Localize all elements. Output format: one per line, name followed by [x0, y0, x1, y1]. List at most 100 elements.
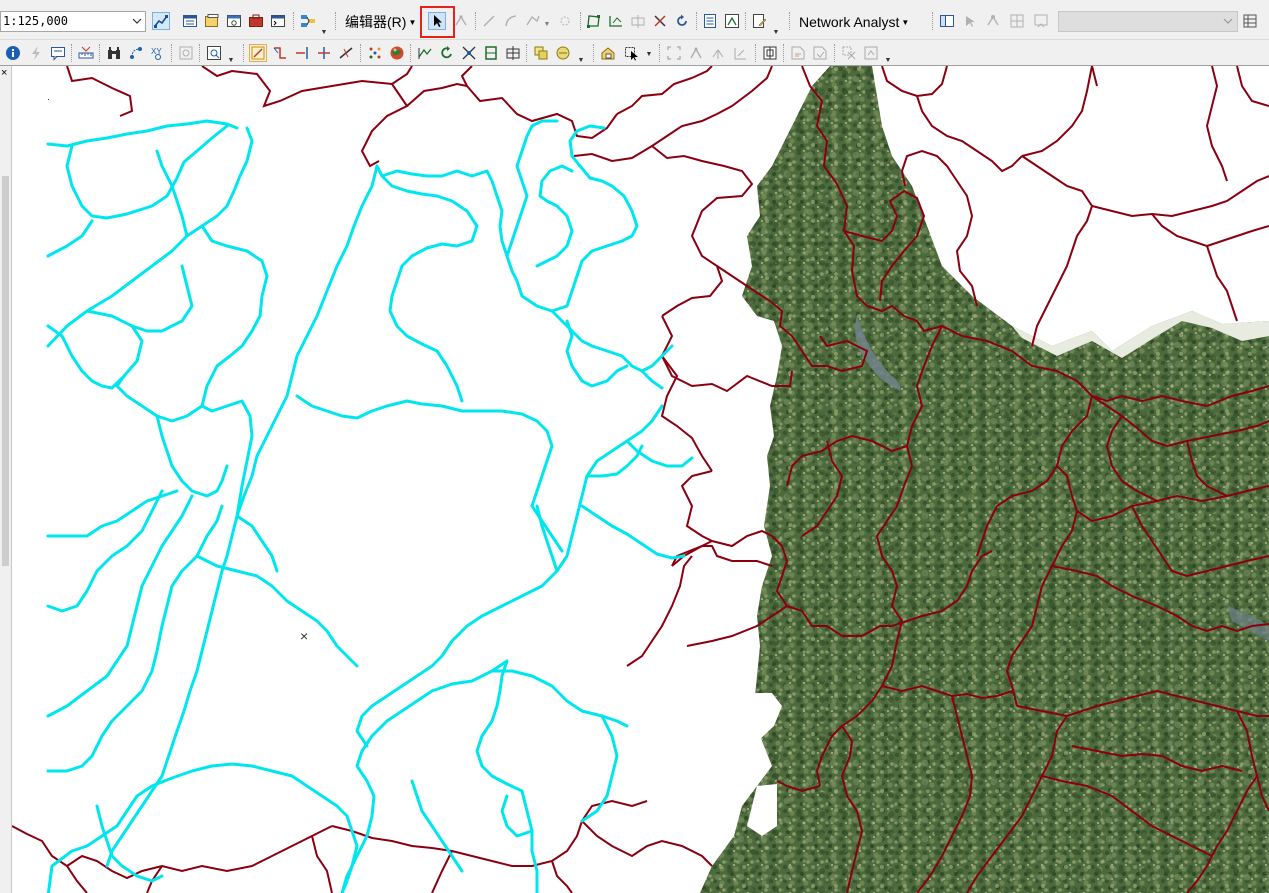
straight-segment-button[interactable]: [480, 12, 498, 30]
toolbar-overflow-dropdown[interactable]: ▼: [320, 22, 328, 36]
python-window-button[interactable]: [269, 12, 287, 30]
edit-tool-pointer-button[interactable]: [428, 12, 446, 30]
select-elements-icon: [625, 47, 638, 61]
topology-edit-button[interactable]: [460, 44, 478, 62]
toolbar-overflow-dropdown[interactable]: ▼: [227, 50, 235, 64]
split-icon: [654, 15, 666, 27]
split-polygons-button[interactable]: [504, 44, 522, 62]
midpoint-tool-button[interactable]: [556, 12, 574, 30]
back-extent-button[interactable]: [731, 44, 749, 62]
editor-menu-button[interactable]: 编辑器(R) ▼: [345, 13, 416, 32]
arc-segment-button[interactable]: [502, 12, 520, 30]
network-analyst-menu-button[interactable]: Network Analyst ▼: [799, 13, 909, 32]
editor-toolbar-toggle-button[interactable]: [152, 12, 170, 30]
map-topology-button[interactable]: [482, 44, 500, 62]
generalize-button[interactable]: [337, 44, 355, 62]
hyperlink-button[interactable]: [27, 44, 45, 62]
select-by-graphics-icon: [864, 46, 878, 60]
add-data-from-gallery-button[interactable]: [599, 44, 617, 62]
directions-button[interactable]: [1032, 12, 1050, 30]
select-features-button[interactable]: [249, 44, 267, 62]
pan-button[interactable]: [709, 44, 727, 62]
toolbar-overflow-dropdown[interactable]: ▼: [577, 50, 585, 64]
caret-down-icon[interactable]: ▼: [645, 44, 653, 58]
table-of-contents-button[interactable]: [181, 12, 199, 30]
construction-dropdown[interactable]: ▼: [543, 14, 551, 28]
select-elements-button[interactable]: [623, 44, 641, 62]
toolbar-separator: [659, 44, 661, 62]
toolbar-separator: [99, 44, 101, 62]
trace-tool-button[interactable]: [271, 44, 289, 62]
map-canvas: ×: [12, 66, 1269, 893]
split-tool-button[interactable]: [651, 12, 669, 30]
layout-view-button[interactable]: [761, 44, 779, 62]
caret-down-icon: ▼: [901, 18, 910, 28]
zoom-selected-button[interactable]: [811, 44, 829, 62]
construction-tools-button[interactable]: [524, 12, 542, 30]
map-point: [48, 99, 49, 100]
reshape-feature-button[interactable]: [607, 12, 625, 30]
reshape-feature-icon: [587, 15, 600, 28]
globe-button[interactable]: [388, 44, 406, 62]
refresh-button[interactable]: [438, 44, 456, 62]
close-icon[interactable]: ×: [1, 68, 7, 79]
toolbar-overflow-dropdown[interactable]: ▼: [884, 50, 892, 64]
arctoolbox-button[interactable]: [247, 12, 265, 30]
attributes-button[interactable]: [701, 12, 719, 30]
union-button[interactable]: [554, 44, 572, 62]
road-network-layer: [46, 119, 694, 893]
toolbar-separator: [243, 44, 245, 62]
merge-button[interactable]: [532, 44, 550, 62]
toolbar-separator: [526, 44, 528, 62]
caret-down-icon: ▼: [408, 18, 417, 28]
edit-annotation-button[interactable]: [585, 12, 603, 30]
split-polygons-icon: [506, 46, 520, 60]
create-viewer-window-button[interactable]: [205, 44, 223, 62]
panel-scrollbar[interactable]: [2, 176, 9, 566]
find-route-button[interactable]: [127, 44, 145, 62]
toolbar-overflow-dropdown[interactable]: ▼: [772, 22, 780, 36]
toolbar-separator: [783, 44, 785, 62]
build-network-button[interactable]: [1241, 12, 1259, 30]
model-builder-button[interactable]: [299, 12, 317, 30]
full-extent-button[interactable]: [665, 44, 683, 62]
identify-button[interactable]: [4, 44, 22, 62]
network-analyst-window-button[interactable]: [938, 12, 956, 30]
binoculars-icon: [108, 47, 120, 59]
solve-button[interactable]: [1008, 12, 1026, 30]
toolbar-separator: [335, 12, 337, 30]
time-slider-button[interactable]: [177, 44, 195, 62]
select-move-location-button[interactable]: [984, 12, 1002, 30]
edit-vertices-button[interactable]: [452, 12, 470, 30]
python-window-icon: [271, 15, 285, 27]
data-view-button[interactable]: [789, 44, 807, 62]
create-features-button[interactable]: [750, 12, 768, 30]
clear-selection-button[interactable]: [840, 44, 858, 62]
toolbar-separator: [755, 44, 757, 62]
fixed-zoom-button[interactable]: [687, 44, 705, 62]
catalog-window-button[interactable]: [203, 12, 221, 30]
network-dataset-select[interactable]: [1058, 11, 1238, 32]
intersection-button[interactable]: [315, 44, 333, 62]
search-window-button[interactable]: [225, 12, 243, 30]
go-to-xy-button[interactable]: XY: [149, 44, 167, 62]
find-route-icon: [130, 47, 142, 59]
select-features-icon: [251, 46, 265, 60]
html-popup-button[interactable]: [49, 44, 67, 62]
map-scale-combobox[interactable]: 1:125,000: [0, 11, 146, 32]
select-by-graphics-button[interactable]: [862, 44, 880, 62]
snapping-button[interactable]: [366, 44, 384, 62]
measure-button[interactable]: [77, 44, 95, 62]
find-button[interactable]: [105, 44, 123, 62]
rotate-tool-button[interactable]: [673, 12, 691, 30]
sketch-properties-button[interactable]: [723, 12, 741, 30]
chevron-down-icon[interactable]: [132, 16, 142, 26]
create-features-icon: [753, 14, 767, 28]
toolbar-separator: [293, 12, 295, 30]
georeference-button[interactable]: [416, 44, 434, 62]
extend-trim-button[interactable]: [293, 44, 311, 62]
map-display[interactable]: ×: [12, 66, 1269, 893]
create-network-location-button[interactable]: [962, 12, 980, 30]
cut-polygons-button[interactable]: [629, 12, 647, 30]
rotate-icon: [677, 14, 687, 26]
